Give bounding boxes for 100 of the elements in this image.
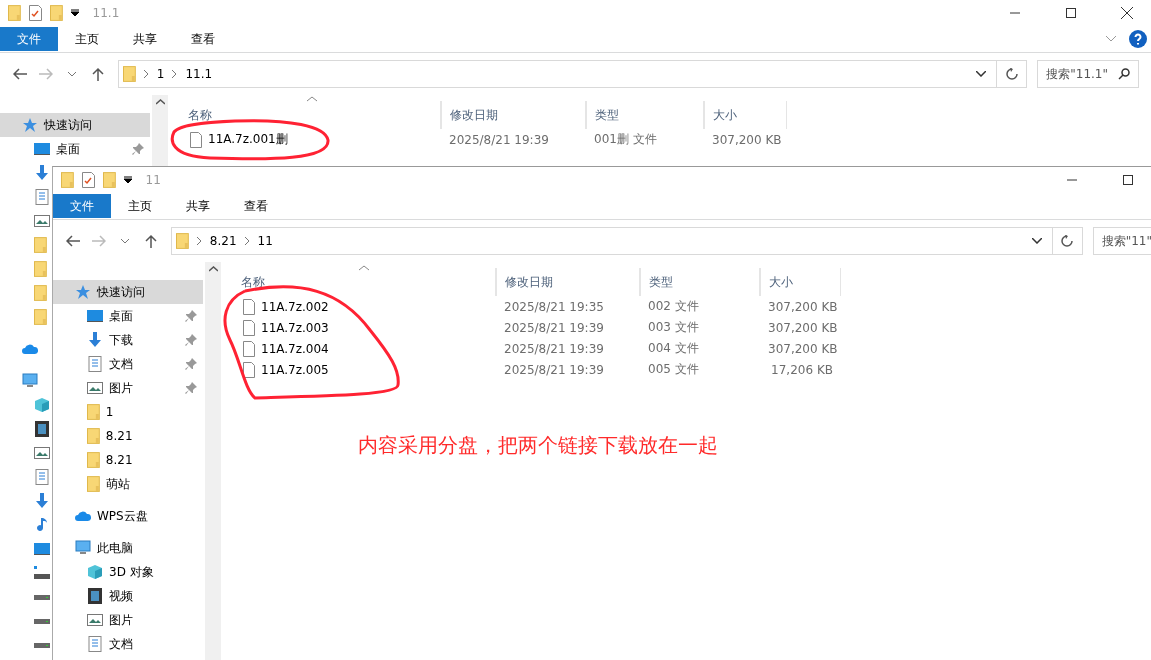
sidebar-item[interactable]: 文档	[53, 352, 203, 376]
file-name[interactable]: 11A.7z.003	[261, 320, 329, 335]
sidebar-item[interactable]: 8.21	[53, 424, 203, 448]
file-name[interactable]: 11A.7z.002	[261, 299, 329, 314]
column-header[interactable]: 类型	[586, 101, 704, 129]
refresh-icon	[1005, 68, 1018, 80]
file-name[interactable]: 11A.7z.004	[261, 341, 329, 356]
help-icon[interactable]	[1129, 30, 1147, 48]
ribbon-tab[interactable]: 共享	[116, 27, 174, 51]
folder-icon	[87, 452, 100, 468]
dropdown-icon[interactable]	[123, 176, 132, 184]
search-field[interactable]: 搜索"11.1"	[1037, 60, 1139, 88]
table-cell-text: 2025/8/21 19:39	[503, 341, 605, 356]
sidebar-item[interactable]: 桌面	[0, 137, 150, 161]
scrollbar[interactable]	[205, 262, 221, 660]
ribbon-tab[interactable]: 文件	[0, 27, 58, 51]
computer-icon	[75, 540, 91, 556]
column-header[interactable]: 名称	[168, 101, 441, 129]
breadcrumb[interactable]: 11.1	[185, 67, 213, 81]
folder-icon	[49, 5, 63, 21]
column-header[interactable]: 大小	[704, 101, 787, 129]
folder-icon	[34, 261, 47, 277]
folder-icon	[102, 172, 116, 188]
breadcrumb[interactable]: 1	[156, 67, 165, 81]
chevron-icon	[244, 237, 250, 245]
table-cell-text: 307,200 KB	[767, 299, 839, 314]
ribbon-tab[interactable]: 查看	[174, 27, 232, 51]
ribbon-tab[interactable]: 查看	[227, 194, 285, 218]
table-cell-text: 005 文件	[647, 361, 700, 378]
column-header[interactable]: 修改日期	[496, 268, 640, 296]
picture-icon	[87, 612, 103, 628]
properties-icon[interactable]	[81, 172, 95, 188]
dropdown-icon[interactable]	[976, 71, 987, 77]
document-icon	[87, 636, 103, 652]
music-note-icon	[34, 517, 50, 533]
sidebar-item[interactable]: 此电脑	[53, 536, 203, 560]
drive-icon	[34, 565, 50, 581]
down-arrow-icon	[34, 493, 50, 509]
caret-icon	[68, 71, 76, 77]
column-header[interactable]: 大小	[760, 268, 841, 296]
table-cell-text: 001删 文件	[593, 131, 658, 148]
sidebar-item[interactable]: 快速访问	[53, 280, 203, 304]
sort-caret-icon	[307, 97, 317, 101]
ribbon-tab[interactable]: 主页	[111, 194, 169, 218]
file-name[interactable]: 11A.7z.005	[261, 362, 329, 377]
breadcrumb[interactable]: 8.21	[209, 234, 237, 248]
cube-icon	[87, 564, 103, 580]
refresh-button[interactable]	[1052, 227, 1083, 255]
sidebar-item[interactable]: 视频	[53, 584, 203, 608]
chevron-icon	[196, 237, 202, 245]
star-icon	[75, 284, 91, 300]
document-icon	[34, 469, 50, 485]
breadcrumb[interactable]: 11	[257, 234, 273, 248]
table-cell-text: 003 文件	[647, 319, 700, 336]
column-header[interactable]: 修改日期	[441, 101, 586, 129]
column-header[interactable]: 类型	[640, 268, 760, 296]
file-icon	[243, 298, 255, 315]
down-arrow-icon	[87, 332, 103, 348]
sidebar-item[interactable]: 桌面	[53, 304, 203, 328]
folder-icon	[176, 233, 189, 249]
chevron-icon	[143, 70, 149, 78]
sidebar-item[interactable]: 文档	[53, 632, 203, 656]
caret-icon	[121, 238, 129, 244]
scroll-up-icon[interactable]	[208, 266, 218, 272]
table-cell-text: 2025/8/21 19:39	[503, 362, 605, 377]
sidebar-item[interactable]: 8.21	[53, 448, 203, 472]
dropdown-icon[interactable]	[1031, 238, 1042, 244]
ribbon-tab[interactable]: 文件	[53, 194, 111, 218]
sidebar-item[interactable]: 萌站	[53, 472, 203, 496]
sidebar-item[interactable]: 快速访问	[0, 113, 150, 137]
back-arrow-icon	[13, 68, 27, 80]
search-field[interactable]: 搜索"11"	[1092, 227, 1151, 255]
refresh-icon	[1061, 235, 1074, 247]
sidebar-item[interactable]: 下载	[53, 328, 203, 352]
sidebar-item[interactable]: WPS云盘	[53, 504, 203, 528]
ribbon-tab[interactable]: 主页	[58, 27, 116, 51]
search-icon	[1118, 68, 1130, 80]
ribbon-tab[interactable]: 共享	[169, 194, 227, 218]
cube-icon	[34, 397, 50, 413]
sidebar-item[interactable]: 图片	[53, 376, 203, 400]
table-cell-text: 17,206 KB	[770, 362, 834, 377]
refresh-button[interactable]	[997, 60, 1028, 88]
folder-icon	[123, 66, 136, 82]
table-cell-text: 004 文件	[647, 340, 700, 357]
file-icon	[243, 340, 255, 357]
dropdown-icon[interactable]	[70, 9, 79, 17]
picture-icon	[34, 213, 50, 229]
monitor-icon	[87, 308, 103, 324]
table-cell-text: 2025/8/21 19:39	[503, 320, 605, 335]
file-name[interactable]: 11A.7z.001删	[208, 131, 288, 148]
sidebar-item[interactable]: 图片	[53, 608, 203, 632]
properties-icon[interactable]	[28, 5, 42, 21]
folder-icon	[87, 404, 100, 420]
sidebar-item[interactable]: 1	[53, 400, 203, 424]
address-bar[interactable]: 1 11.1	[118, 60, 998, 88]
scroll-up-icon[interactable]	[155, 99, 165, 105]
address-bar[interactable]: 8.21 11	[171, 227, 1053, 255]
sidebar-item[interactable]: 3D 对象	[53, 560, 203, 584]
star-icon	[22, 117, 38, 133]
column-header[interactable]: 名称	[221, 268, 496, 296]
